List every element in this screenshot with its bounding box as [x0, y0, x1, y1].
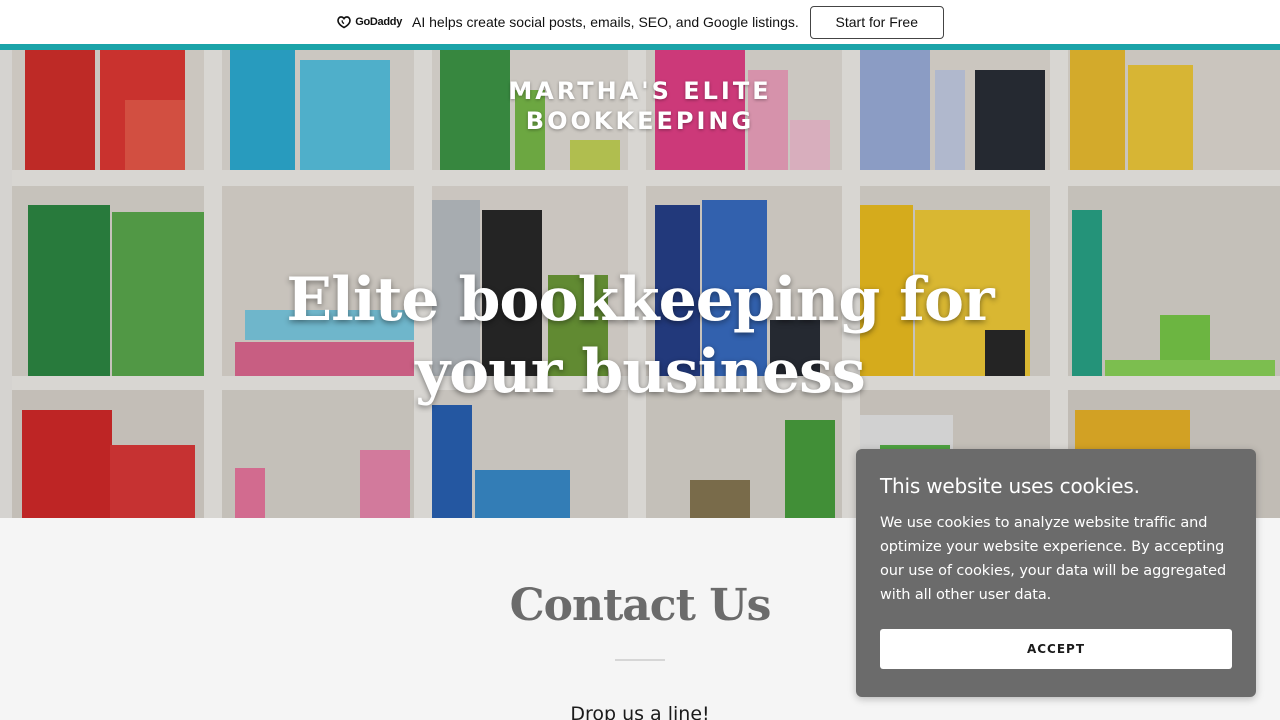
cookie-body: We use cookies to analyze website traffi…	[880, 515, 1227, 603]
accept-cookies-button[interactable]: ACCEPT	[880, 629, 1232, 669]
contact-divider	[615, 659, 665, 661]
promo-text: AI helps create social posts, emails, SE…	[412, 14, 799, 30]
cookie-title: This website uses cookies.	[880, 474, 1140, 498]
site-logo[interactable]: MARTHA'S ELITE BOOKKEEPING	[0, 76, 1280, 136]
godaddy-logo[interactable]: GoDaddy	[336, 15, 402, 29]
contact-title: Contact Us	[509, 580, 772, 631]
start-for-free-button[interactable]: Start for Free	[809, 5, 944, 39]
contact-subtitle: Drop us a line!	[570, 703, 710, 720]
godaddy-icon	[337, 16, 351, 29]
godaddy-wordmark: GoDaddy	[355, 16, 403, 28]
promo-bar: GoDaddy AI helps create social posts, em…	[0, 0, 1280, 44]
logo-line-1: MARTHA'S ELITE	[508, 77, 772, 105]
hero-section: MARTHA'S ELITE BOOKKEEPING Elite bookkee…	[0, 50, 1280, 518]
cookie-dialog: This website uses cookies. We use cookie…	[856, 449, 1256, 697]
hero-title: Elite bookkeeping for your business	[286, 265, 994, 407]
logo-line-2: BOOKKEEPING	[525, 107, 755, 135]
